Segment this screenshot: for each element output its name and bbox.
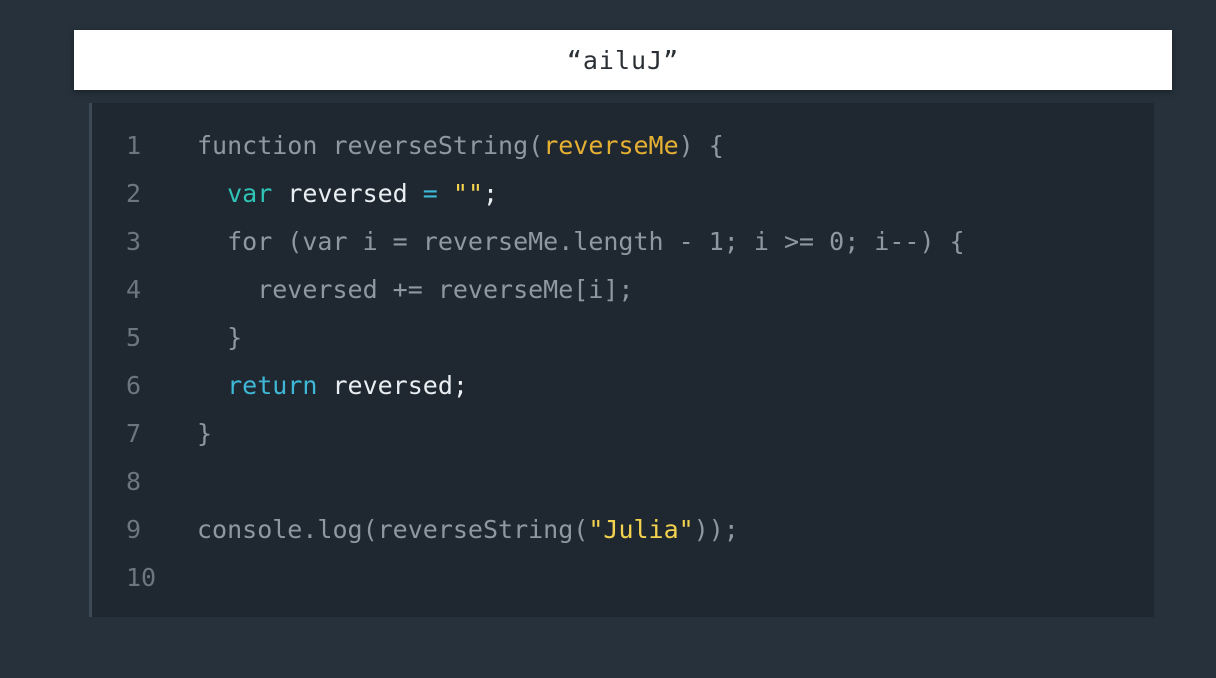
line-code: var reversed = ""; [197,179,498,208]
code-editor[interactable]: 1 function reverseString(reverseMe) { 2 va… [89,103,1154,617]
code-line: 8 [92,457,1154,505]
code-token: reversed; [317,370,468,400]
code-token: = [422,178,453,208]
code-token: function [197,130,333,160]
code-token: reversed += reverseMe[i]; [197,274,634,304]
line-code: for (var i = reverseMe.length - 1; i >= … [197,227,965,256]
code-token: reversed [272,178,423,208]
code-token: )); [693,514,739,544]
line-number: 8 [126,466,142,496]
code-token: "Julia" [588,514,694,544]
line-number: 7 [126,418,142,448]
code-token: reverseString( [332,130,544,160]
line-number: 10 [126,562,157,592]
code-token: reverseMe [543,130,679,160]
code-token: return [227,370,318,400]
line-number: 2 [126,178,142,208]
code-line: 9 console.log(reverseString("Julia")); [92,505,1154,553]
code-token: "" [452,178,483,208]
code-token: var [227,178,273,208]
code-line: 1 function reverseString(reverseMe) { [92,121,1154,169]
line-number: 4 [126,274,142,304]
line-number: 9 [126,514,142,544]
code-line: 6 return reversed; [92,361,1154,409]
line-number: 5 [126,322,142,352]
code-line: 5 } [92,313,1154,361]
console-output-bar: “ailuJ” [74,30,1172,90]
code-line: 4 reversed += reverseMe[i]; [92,265,1154,313]
line-code: reversed += reverseMe[i]; [197,274,634,304]
line-code: return reversed; [197,371,468,400]
line-code: function reverseString(reverseMe) { [197,131,724,160]
code-line: 7} [92,409,1154,457]
line-number: 3 [126,226,142,256]
line-number: 1 [126,130,142,160]
code-line: 2 var reversed = ""; [92,169,1154,217]
line-number: 6 [126,370,142,400]
code-token: ; [483,178,499,208]
code-token: console.log(reverseString( [197,514,589,544]
console-output-text: “ailuJ” [566,45,680,75]
line-code: console.log(reverseString("Julia")); [197,515,739,544]
line-code: } [197,419,212,448]
code-token: for (var i = reverseMe.length - 1; i >= … [197,226,965,256]
code-token: } [197,418,213,448]
code-token: } [197,322,243,352]
code-line: 3 for (var i = reverseMe.length - 1; i >… [92,217,1154,265]
line-code: } [197,323,242,352]
code-line: 10 [92,553,1154,601]
code-token: ) { [678,130,724,160]
